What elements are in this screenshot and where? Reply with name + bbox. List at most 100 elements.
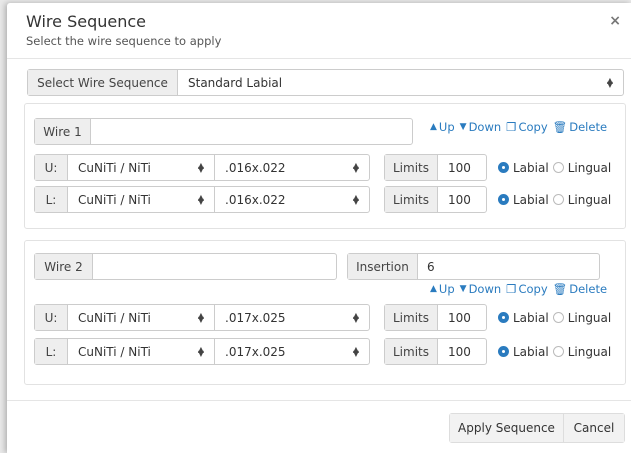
position-radios: Labial Lingual: [498, 186, 611, 213]
insertion-label: Insertion: [348, 254, 418, 279]
wire-2-delete-button[interactable]: 🗑 Delete: [553, 282, 607, 296]
wire-2-up-button[interactable]: ▲ Up: [430, 282, 455, 296]
lingual-radio[interactable]: Lingual: [552, 192, 612, 207]
select-caret-icon: ▲ ▼: [606, 75, 613, 89]
lingual-radio[interactable]: Lingual: [552, 310, 612, 325]
limits-label: Limits: [385, 339, 438, 364]
wire-panel-1: Wire 1 ▲ Up ▼ Down ❐ Copy 🗑 Delete U: CuNiTi…: [24, 103, 626, 229]
material-select[interactable]: CuNiTi / NiTi ▲ ▼: [68, 339, 215, 364]
lingual-radio[interactable]: Lingual: [552, 344, 612, 359]
apply-sequence-button[interactable]: Apply Sequence: [450, 414, 564, 442]
radio-selected-icon: [498, 162, 509, 173]
wire-2-down-button[interactable]: ▼ Down: [460, 282, 502, 296]
position-radios: Labial Lingual: [498, 304, 611, 331]
size-value: .017x.025: [225, 344, 286, 359]
limits-group: Limits 100: [384, 304, 487, 331]
copy-icon: ❐: [506, 282, 517, 296]
wire-1-upper-group: U: CuNiTi / NiTi ▲ ▼ .016x.022 ▲ ▼: [34, 154, 370, 181]
wire-2-lower-group: L: CuNiTi / NiTi ▲ ▼ .017x.025 ▲ ▼: [34, 338, 370, 365]
delete-label: Delete: [569, 120, 608, 134]
radio-unselected-icon: [552, 162, 564, 173]
caret-up-icon: ▲: [430, 122, 437, 132]
labial-radio[interactable]: Labial: [498, 311, 549, 325]
labial-label: Labial: [513, 160, 549, 175]
lingual-label: Lingual: [567, 344, 612, 359]
cancel-button[interactable]: Cancel: [564, 414, 624, 442]
trash-icon: 🗑: [552, 120, 568, 134]
labial-radio[interactable]: Labial: [498, 193, 549, 207]
trash-icon: 🗑: [552, 282, 568, 296]
material-select[interactable]: CuNiTi / NiTi ▲ ▼: [68, 155, 215, 180]
delete-label: Delete: [569, 282, 608, 296]
lingual-label: Lingual: [567, 310, 612, 325]
lingual-label: Lingual: [567, 160, 612, 175]
arch-label: U:: [35, 305, 68, 330]
sequence-select-value[interactable]: Standard Labial ▲ ▼: [178, 70, 623, 95]
caret-down-icon: ▼: [459, 284, 467, 294]
limits-label: Limits: [385, 187, 438, 212]
footer-buttons: Apply Sequence Cancel: [449, 413, 625, 443]
caret-up-icon: ▲: [430, 284, 437, 294]
arch-label: L:: [35, 187, 68, 212]
wire-panel-2: Wire 2 Insertion 6 ▲ Up ▼ Down ❐ Copy 🗑 Dele…: [24, 240, 626, 385]
wire-2-name-group: Wire 2: [34, 253, 337, 280]
caret-down-icon: ▼: [459, 122, 467, 132]
limits-input[interactable]: 100: [438, 305, 486, 330]
wire-2-copy-button[interactable]: ❐ Copy: [506, 282, 547, 296]
sequence-select-label: Select Wire Sequence: [28, 70, 178, 95]
size-value: .016x.022: [225, 192, 286, 207]
select-caret-icon: ▲ ▼: [352, 344, 359, 358]
labial-label: Labial: [513, 344, 549, 359]
material-select[interactable]: CuNiTi / NiTi ▲ ▼: [68, 305, 215, 330]
insertion-input[interactable]: 6: [418, 254, 599, 279]
material-select[interactable]: CuNiTi / NiTi ▲ ▼: [68, 187, 215, 212]
select-caret-icon: ▲ ▼: [197, 160, 204, 174]
wire-1-name-input[interactable]: [91, 119, 412, 144]
limits-input[interactable]: 100: [438, 339, 486, 364]
wire-1-up-button[interactable]: ▲ Up: [430, 120, 455, 134]
limits-label: Limits: [385, 305, 438, 330]
size-select[interactable]: .016x.022 ▲ ▼: [215, 155, 369, 180]
labial-radio[interactable]: Labial: [498, 161, 549, 175]
radio-selected-icon: [498, 312, 509, 323]
wire-2-upper-group: U: CuNiTi / NiTi ▲ ▼ .017x.025 ▲ ▼: [34, 304, 370, 331]
material-value: CuNiTi / NiTi: [78, 344, 151, 359]
up-label: Up: [438, 120, 455, 134]
limits-input[interactable]: 100: [438, 155, 486, 180]
wire-2-label: Wire 2: [35, 254, 93, 279]
lingual-label: Lingual: [567, 192, 612, 207]
footer-divider: [7, 400, 631, 401]
labial-label: Labial: [513, 192, 549, 207]
radio-selected-icon: [498, 346, 509, 357]
copy-label: Copy: [518, 120, 548, 134]
wire-1-actions: ▲ Up ▼ Down ❐ Copy 🗑 Delete: [430, 120, 607, 134]
limits-group: Limits 100: [384, 154, 487, 181]
wire-1-delete-button[interactable]: 🗑 Delete: [553, 120, 607, 134]
wire-1-down-button[interactable]: ▼ Down: [460, 120, 502, 134]
down-label: Down: [468, 120, 502, 134]
select-caret-icon: ▲ ▼: [352, 160, 359, 174]
size-value: .017x.025: [225, 310, 286, 325]
wire-2-name-input[interactable]: [93, 254, 336, 279]
dialog-title: Wire Sequence: [26, 12, 146, 31]
labial-radio[interactable]: Labial: [498, 345, 549, 359]
arch-label: U:: [35, 155, 68, 180]
wire-1-lower-group: L: CuNiTi / NiTi ▲ ▼ .016x.022 ▲ ▼: [34, 186, 370, 213]
up-label: Up: [438, 282, 455, 296]
size-select[interactable]: .016x.022 ▲ ▼: [215, 187, 369, 212]
size-select[interactable]: .017x.025 ▲ ▼: [215, 305, 369, 330]
limits-group: Limits 100: [384, 338, 487, 365]
limits-input[interactable]: 100: [438, 187, 486, 212]
wire-1-copy-button[interactable]: ❐ Copy: [506, 120, 547, 134]
select-caret-icon: ▲ ▼: [352, 192, 359, 206]
size-select[interactable]: .017x.025 ▲ ▼: [215, 339, 369, 364]
radio-selected-icon: [498, 194, 509, 205]
copy-label: Copy: [518, 282, 548, 296]
close-icon[interactable]: ×: [609, 13, 621, 29]
sequence-select[interactable]: Select Wire Sequence Standard Labial ▲ ▼: [27, 69, 624, 96]
material-value: CuNiTi / NiTi: [78, 160, 151, 175]
wire-2-actions: ▲ Up ▼ Down ❐ Copy 🗑 Delete: [430, 282, 607, 296]
position-radios: Labial Lingual: [498, 338, 611, 365]
wire-1-label: Wire 1: [35, 119, 91, 144]
lingual-radio[interactable]: Lingual: [552, 160, 612, 175]
